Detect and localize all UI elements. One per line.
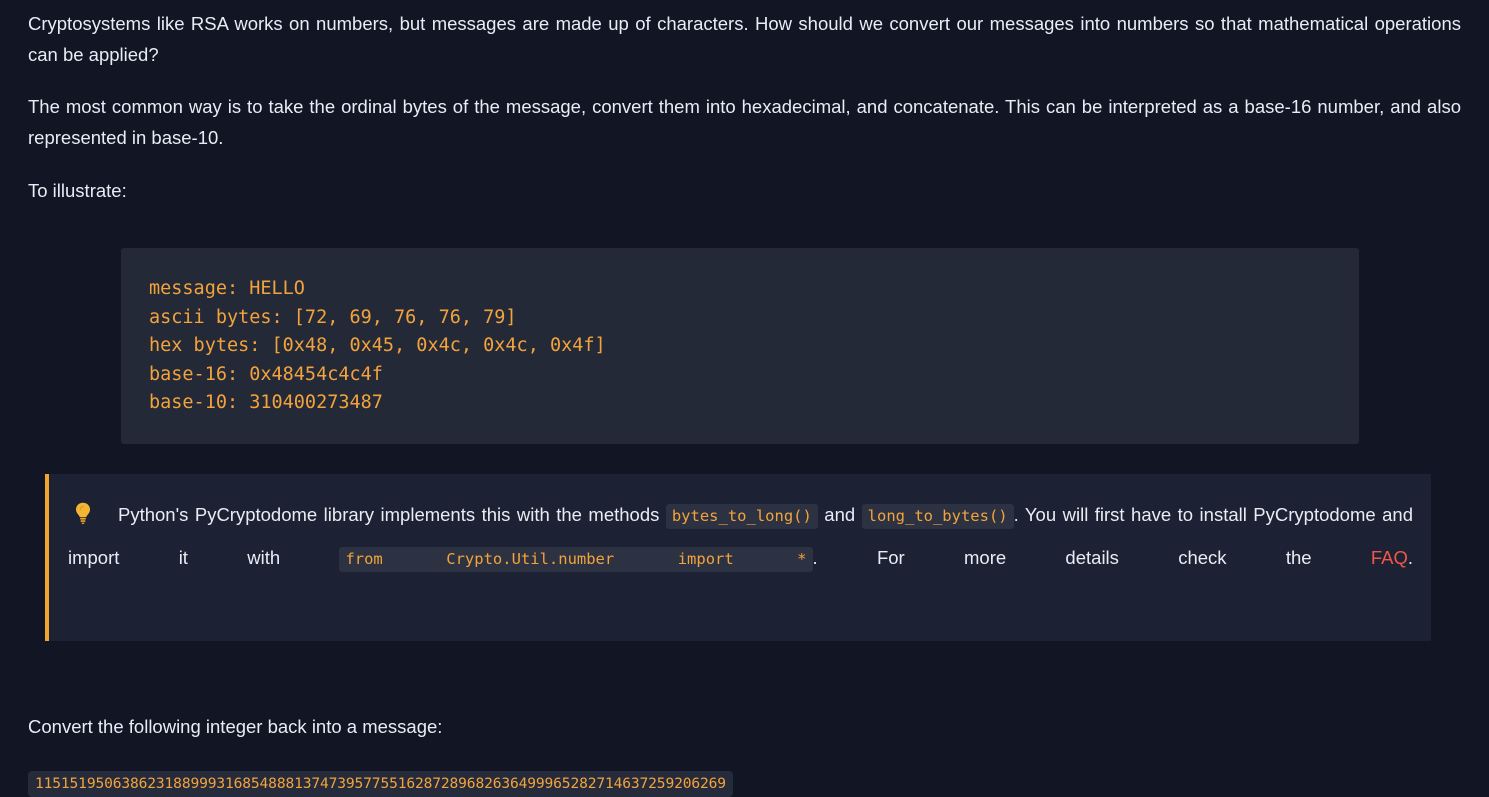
tip-callout-body: Python's PyCryptodome library implements… — [68, 494, 1413, 621]
example-code-text: message: HELLO ascii bytes: [72, 69, 76,… — [149, 278, 606, 413]
tip-text-2: and — [817, 503, 862, 525]
tip-text-4: . For more details check the — [812, 546, 1371, 568]
lightbulb-icon — [68, 500, 98, 526]
tip-callout: Python's PyCryptodome library implements… — [45, 473, 1431, 641]
faq-link[interactable]: FAQ — [1371, 547, 1408, 568]
code-bytes-to-long: bytes_to_long() — [665, 503, 818, 529]
tip-text-1: Python's PyCryptodome library implements… — [118, 503, 666, 525]
article-page: Cryptosystems like RSA works on numbers,… — [0, 0, 1489, 797]
intro-paragraph: Cryptosystems like RSA works on numbers,… — [28, 13, 1461, 65]
code-long-to-bytes: long_to_bytes() — [861, 503, 1014, 529]
challenge-integer[interactable]: 1151519506386231889993168548881374739577… — [28, 770, 733, 797]
example-code-block: message: HELLO ascii bytes: [72, 69, 76,… — [121, 248, 1359, 444]
tip-text-5: . — [1407, 546, 1413, 568]
illustrate-label: To illustrate: — [28, 180, 127, 201]
challenge-integer-row: 1151519506386231889993168548881374739577… — [28, 741, 1461, 797]
challenge-prompt: Convert the following integer back into … — [28, 715, 443, 737]
explanation-paragraph: The most common way is to take the ordin… — [28, 96, 1461, 148]
code-import-statement: from Crypto.Util.number import * — [339, 546, 813, 572]
